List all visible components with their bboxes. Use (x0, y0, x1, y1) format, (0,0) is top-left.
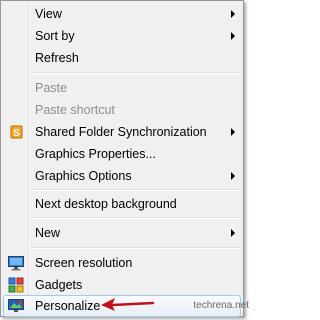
menu-separator (31, 189, 240, 191)
monitor-icon (7, 254, 25, 272)
menu-item-paste: Paste (3, 77, 241, 99)
menu-item-label: Graphics Options (35, 169, 132, 183)
gadgets-icon (7, 276, 25, 294)
menu-item-label: Paste shortcut (35, 103, 115, 117)
menu-separator (31, 217, 240, 219)
menu-item-shared-folder-sync[interactable]: S Shared Folder Synchronization (3, 121, 241, 143)
menu-item-paste-shortcut: Paste shortcut (3, 99, 241, 121)
menu-separator (31, 247, 240, 249)
menu-separator (31, 72, 240, 74)
menu-item-label: Graphics Properties... (35, 147, 156, 161)
personalize-icon (7, 297, 25, 315)
watermark: techrena.net (193, 300, 249, 311)
desktop-context-menu: View Sort by Refresh Paste Paste shortcu… (0, 0, 244, 317)
menu-item-label: Next desktop background (35, 197, 177, 211)
menu-item-graphics-properties[interactable]: Graphics Properties... (3, 143, 241, 165)
menu-item-next-desktop-background[interactable]: Next desktop background (3, 193, 241, 215)
menu-item-label: New (35, 226, 61, 240)
submenu-arrow-icon (231, 10, 235, 18)
annotation-arrow-icon (101, 298, 155, 311)
menu-item-label: Shared Folder Synchronization (35, 125, 207, 139)
menu-item-label: Paste (35, 81, 67, 95)
submenu-arrow-icon (231, 172, 235, 180)
menu-item-screen-resolution[interactable]: Screen resolution (3, 252, 241, 274)
svg-text:S: S (13, 128, 20, 139)
menu-item-new[interactable]: New (3, 222, 241, 244)
submenu-arrow-icon (231, 32, 235, 40)
menu-item-label: Personalize (35, 299, 101, 313)
menu-item-refresh[interactable]: Refresh (3, 47, 241, 69)
submenu-arrow-icon (231, 229, 235, 237)
menu-item-label: Gadgets (35, 278, 83, 292)
submenu-arrow-icon (231, 128, 235, 136)
menu-item-sort-by[interactable]: Sort by (3, 25, 241, 47)
menu-item-graphics-options[interactable]: Graphics Options (3, 165, 241, 187)
menu-item-view[interactable]: View (3, 3, 241, 25)
menu-item-label: Sort by (35, 29, 75, 43)
sync-icon: S (7, 123, 25, 141)
menu-item-label: Refresh (35, 51, 79, 65)
menu-item-label: Screen resolution (35, 256, 133, 270)
menu-item-label: View (35, 7, 62, 21)
menu-item-gadgets[interactable]: Gadgets (3, 274, 241, 296)
